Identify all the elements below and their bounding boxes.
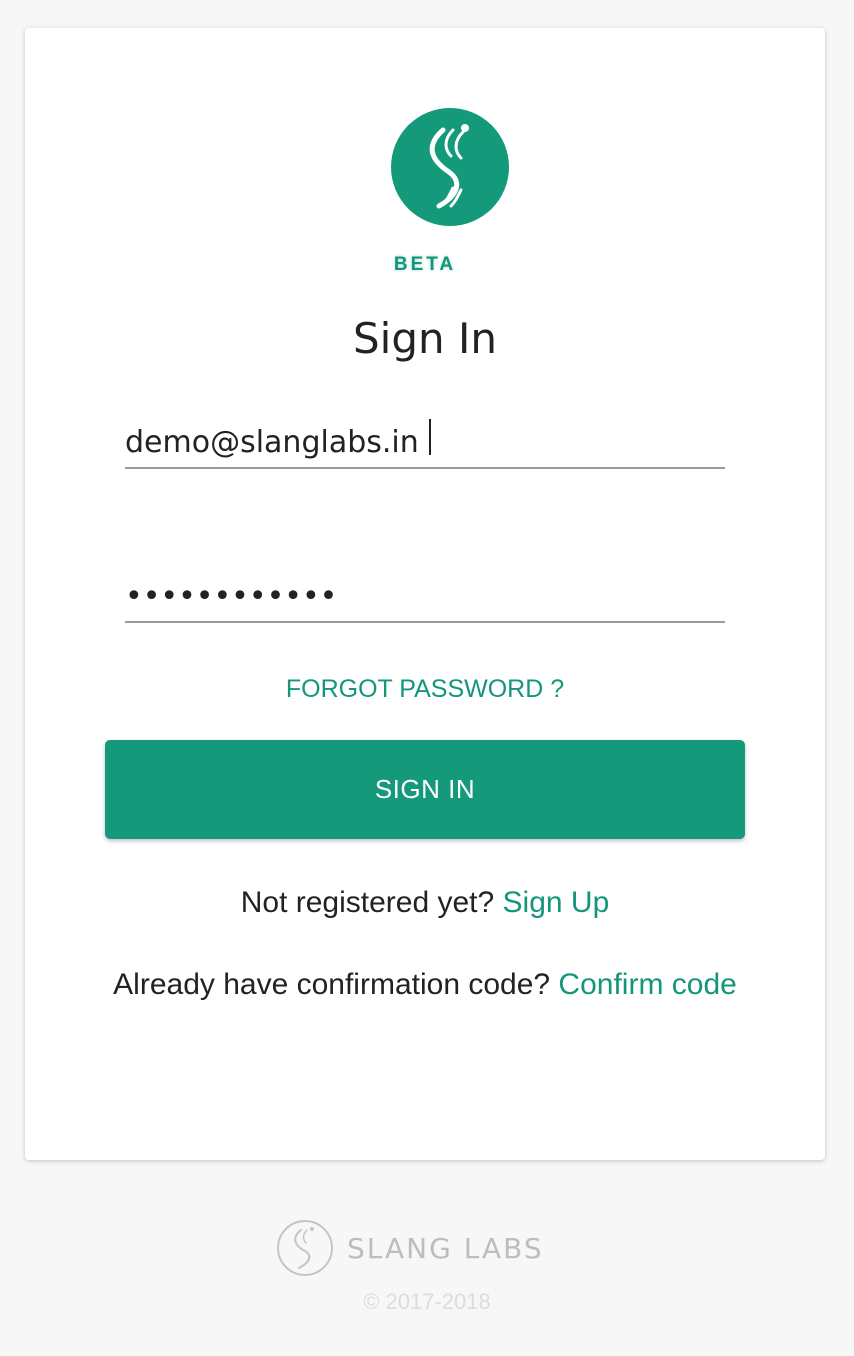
email-field[interactable] <box>125 417 725 469</box>
forgot-password-link[interactable]: FORGOT PASSWORD ? <box>25 675 825 704</box>
beta-badge: BETA <box>393 254 457 275</box>
signup-prompt: Not registered yet? Sign Up <box>105 875 745 930</box>
confirm-prompt-text: Already have confirmation code? <box>113 968 559 1001</box>
sign-up-link[interactable]: Sign Up <box>503 886 610 919</box>
confirm-code-link[interactable]: Confirm code <box>558 968 736 1001</box>
slang-logo-icon <box>391 108 509 226</box>
text-caret <box>429 419 431 455</box>
password-field[interactable] <box>125 571 725 623</box>
footer-company-name: SLANG LABS <box>347 1232 544 1265</box>
password-input[interactable] <box>125 571 725 621</box>
page-title: Sign In <box>353 314 497 363</box>
email-input[interactable] <box>125 417 725 467</box>
footer-brand: SLANG LABS <box>275 1218 585 1278</box>
sign-in-card: BETA Sign In FORGOT PASSWORD ? SIGN IN N… <box>25 28 825 1160</box>
slang-footer-logo-icon <box>277 1220 333 1276</box>
sign-in-button[interactable]: SIGN IN <box>105 740 745 839</box>
signup-prompt-text: Not registered yet? <box>240 886 503 919</box>
confirm-prompt: Already have confirmation code? Confirm … <box>105 957 745 1012</box>
copyright-text: © 2017-2018 <box>363 1289 491 1314</box>
